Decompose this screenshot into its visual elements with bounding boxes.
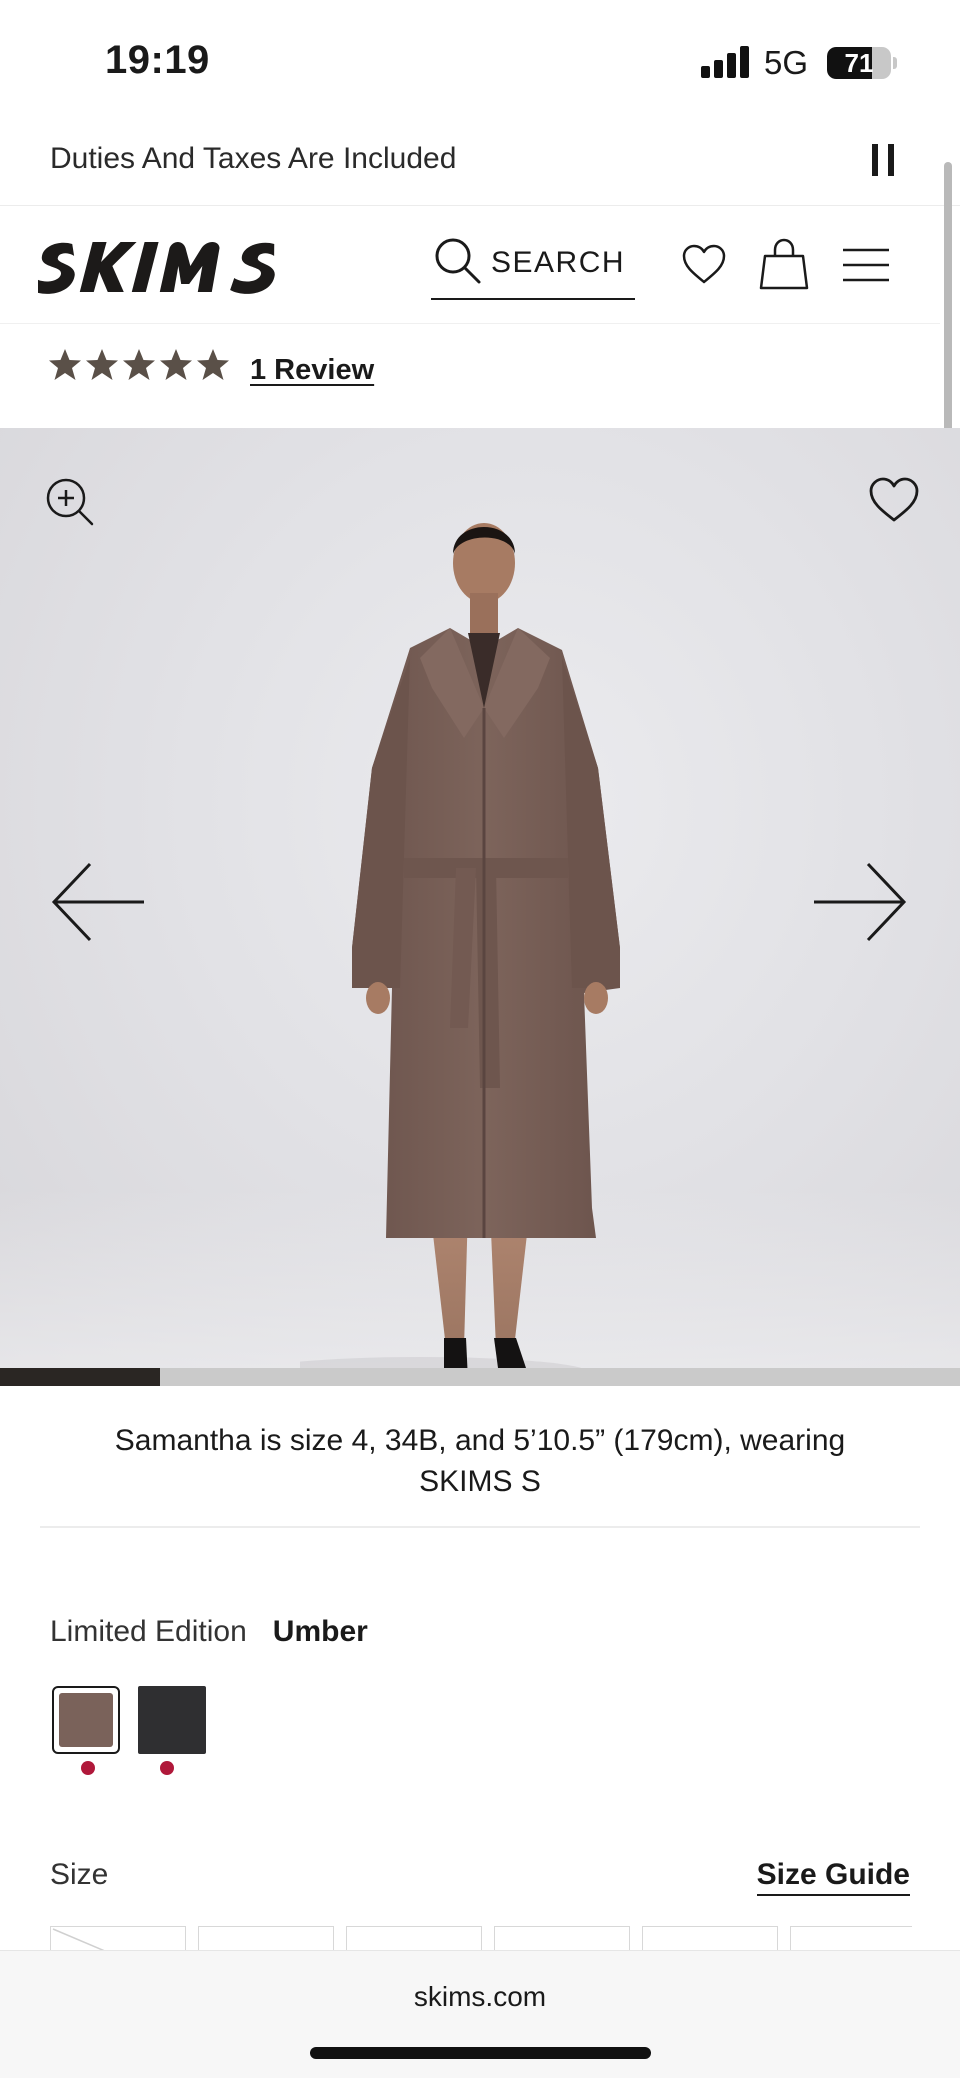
color-row: Limited Edition Umber bbox=[50, 1615, 368, 1649]
site-header: SEARCH bbox=[0, 206, 940, 324]
skims-logo[interactable] bbox=[30, 234, 278, 300]
size-option[interactable] bbox=[50, 1926, 186, 1950]
size-option[interactable] bbox=[790, 1926, 912, 1950]
heart-icon[interactable] bbox=[868, 476, 920, 524]
zoom-in-icon[interactable] bbox=[44, 476, 96, 528]
search-icon bbox=[435, 238, 481, 284]
size-option[interactable] bbox=[494, 1926, 630, 1950]
search-label: SEARCH bbox=[491, 246, 626, 279]
arrow-right-icon[interactable] bbox=[812, 862, 908, 942]
size-option[interactable] bbox=[346, 1926, 482, 1950]
size-option[interactable] bbox=[198, 1926, 334, 1950]
review-link[interactable]: 1 Review bbox=[250, 354, 374, 387]
star-icon bbox=[160, 349, 192, 380]
swatch-umber[interactable] bbox=[52, 1686, 120, 1754]
page-scrollbar[interactable] bbox=[944, 162, 952, 442]
swatch-black-fill bbox=[138, 1686, 206, 1754]
size-options bbox=[50, 1926, 912, 1950]
star-icon bbox=[49, 349, 81, 380]
product-image bbox=[300, 523, 620, 1368]
swatch-black[interactable] bbox=[138, 1686, 206, 1754]
size-label: Size bbox=[50, 1858, 109, 1891]
rating-row: 1 Review bbox=[0, 324, 940, 428]
swatch-umber-fill bbox=[59, 1693, 113, 1747]
divider bbox=[40, 1526, 920, 1528]
battery-level: 71 bbox=[844, 48, 874, 78]
product-image-gallery[interactable] bbox=[0, 428, 960, 1368]
swatch-black-dot bbox=[160, 1761, 174, 1775]
model-info-line1: Samantha is size 4, 34B, and 5’10.5” (17… bbox=[114, 1424, 846, 1457]
wishlist-heart-icon[interactable] bbox=[681, 242, 727, 288]
gallery-progress bbox=[0, 1368, 960, 1386]
star-icon bbox=[123, 349, 155, 380]
gallery-progress-fill bbox=[0, 1368, 161, 1386]
battery-cap bbox=[893, 57, 897, 69]
color-label: Limited Edition bbox=[50, 1615, 247, 1648]
menu-icon[interactable] bbox=[841, 246, 891, 284]
model-info-line2: SKIMS S bbox=[419, 1465, 541, 1498]
url-text: skims.com bbox=[413, 1981, 547, 2012]
network-label: 5G bbox=[764, 44, 809, 81]
search-bar[interactable]: SEARCH bbox=[431, 236, 635, 300]
color-value: Umber bbox=[272, 1615, 368, 1648]
status-bar: 19:19 5G 71 bbox=[0, 0, 960, 120]
home-indicator[interactable] bbox=[310, 2047, 651, 2059]
battery-icon: 71 bbox=[827, 47, 891, 79]
announcement-bar: Duties And Taxes Are Included bbox=[0, 120, 960, 206]
size-guide-link[interactable]: Size Guide bbox=[756, 1858, 910, 1896]
star-rating bbox=[48, 348, 232, 388]
model-info: Samantha is size 4, 34B, and 5’10.5” (17… bbox=[40, 1420, 920, 1502]
browser-address-bar[interactable]: skims.com bbox=[0, 1950, 960, 2078]
star-icon bbox=[86, 349, 118, 380]
signal-icon bbox=[701, 46, 751, 78]
pause-icon[interactable] bbox=[872, 144, 896, 176]
skims-logo-mark bbox=[30, 242, 275, 294]
sold-out-slash-icon bbox=[52, 1928, 105, 1950]
bag-icon[interactable] bbox=[759, 238, 809, 290]
size-option[interactable] bbox=[642, 1926, 778, 1950]
swatch-umber-dot bbox=[81, 1761, 95, 1775]
announcement-text: Duties And Taxes Are Included bbox=[50, 142, 457, 175]
arrow-left-icon[interactable] bbox=[50, 862, 146, 942]
star-icon bbox=[197, 349, 229, 380]
status-time: 19:19 bbox=[105, 38, 210, 82]
